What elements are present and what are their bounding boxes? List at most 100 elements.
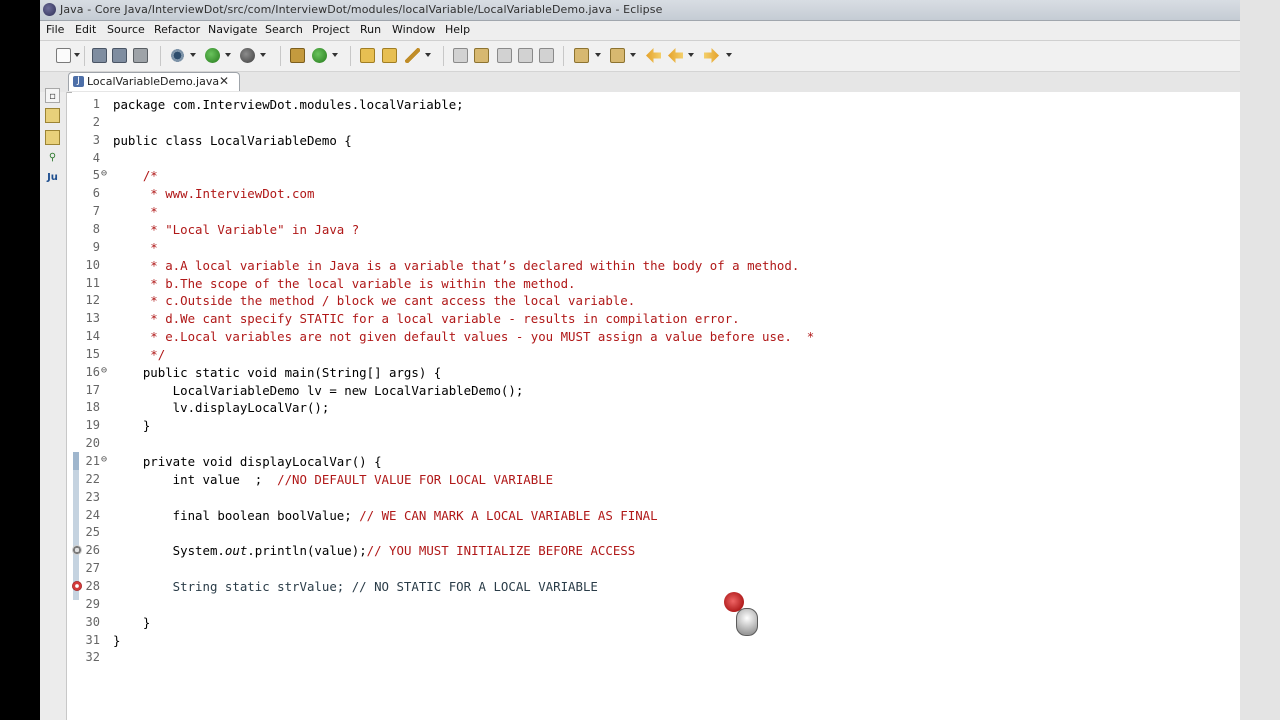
line-number: 32 (85, 650, 100, 665)
external-tools-icon[interactable] (240, 48, 255, 63)
code-line[interactable]: 22 int value ; //NO DEFAULT VALUE FOR LO… (80, 470, 1240, 488)
line-number: 9 (92, 239, 100, 254)
fold-toggle-icon[interactable]: ⊖ (101, 168, 107, 179)
fold-toggle-icon[interactable]: ⊖ (101, 365, 107, 376)
code-line[interactable]: 4 (80, 149, 1240, 167)
menu-refactor[interactable]: Refactor (154, 23, 200, 36)
forward-icon[interactable] (704, 48, 719, 63)
code-line[interactable]: 2 (80, 113, 1240, 131)
new-class-icon[interactable] (312, 48, 327, 63)
next-annotation-icon[interactable] (574, 48, 589, 63)
debug-dropdown-icon[interactable] (190, 53, 196, 57)
line-number: 21 (85, 454, 100, 468)
open-folder-icon[interactable] (382, 48, 397, 63)
code-segment: .println(value); (247, 543, 367, 559)
code-line[interactable]: 27 (80, 559, 1240, 577)
code-line[interactable]: 20 (80, 434, 1240, 452)
code-line[interactable]: 14 * e.Local variables are not given def… (80, 327, 1240, 345)
search-pencil-icon[interactable] (405, 48, 420, 63)
line-number: 20 (85, 436, 100, 451)
menu-file[interactable]: File (46, 23, 64, 36)
line-number: 6 (92, 186, 100, 201)
menu-search[interactable]: Search (265, 23, 303, 36)
print-icon[interactable] (133, 48, 148, 63)
code-line[interactable]: 25 (80, 523, 1240, 541)
code-comment: // YOU MUST INITIALIZE BEFORE ACCESS (366, 543, 636, 559)
editor-tab-localvariabledemo[interactable]: J LocalVariableDemo.java ✕ (68, 72, 240, 91)
code-line[interactable]: 9 * (80, 238, 1240, 256)
code-text: lv.displayLocalVar(); (113, 400, 330, 416)
prev-annotation-dropdown-icon[interactable] (630, 53, 636, 57)
new-file-icon[interactable] (56, 48, 71, 63)
open-type-icon[interactable] (360, 48, 375, 63)
line-number: 3 (92, 132, 100, 147)
junit-icon[interactable]: Ju (45, 170, 60, 185)
debug-gear-icon[interactable] (170, 48, 185, 63)
menu-navigate[interactable]: Navigate (208, 23, 257, 36)
code-line[interactable]: 28 String static strValue; // NO STATIC … (72, 577, 1240, 595)
code-line[interactable]: 1 package com.InterviewDot.modules.localV… (80, 95, 1240, 113)
code-segment: int value ; (113, 471, 278, 487)
show-whitespace-icon[interactable] (518, 48, 533, 63)
save-all-icon[interactable] (112, 48, 127, 63)
code-line[interactable]: 32 (80, 648, 1240, 666)
code-line[interactable]: 29 (80, 595, 1240, 613)
restore-icon[interactable]: ▫ (45, 88, 60, 103)
new-dropdown-icon[interactable] (74, 53, 80, 57)
toggle-mark-icon[interactable] (453, 48, 468, 63)
last-edit-icon[interactable] (668, 48, 683, 63)
code-line[interactable]: 7 * (80, 202, 1240, 220)
menu-edit[interactable]: Edit (75, 23, 96, 36)
fold-toggle-icon[interactable]: ⊖ (101, 454, 107, 465)
external-tools-dropdown-icon[interactable] (260, 53, 266, 57)
save-icon[interactable] (92, 48, 107, 63)
prev-annotation-icon[interactable] (610, 48, 625, 63)
code-line[interactable]: 3 public class LocalVariableDemo { (80, 131, 1240, 149)
code-line[interactable]: 11 * b.The scope of the local variable i… (80, 274, 1240, 292)
code-line[interactable]: 18 lv.displayLocalVar(); (80, 398, 1240, 416)
code-line[interactable]: 13 * d.We cant specify STATIC for a loca… (80, 309, 1240, 327)
code-editor[interactable]: 1 package com.InterviewDot.modules.localV… (72, 92, 1240, 720)
next-annotation-dropdown-icon[interactable] (595, 53, 601, 57)
code-line[interactable]: 19 } (80, 416, 1240, 434)
code-line[interactable]: 21 ⊖ private void displayLocalVar() { (80, 452, 1240, 470)
code-text: System.out.println(value);// YOU MUST IN… (113, 543, 636, 559)
code-line[interactable]: 10 * a.A local variable in Java is a var… (80, 256, 1240, 274)
new-class-dropdown-icon[interactable] (332, 53, 338, 57)
code-line[interactable]: 5 ⊖ /* (80, 166, 1240, 184)
code-line[interactable]: 26 System.out.println(value);// YOU MUST… (72, 541, 1240, 559)
back-dropdown-icon[interactable] (688, 53, 694, 57)
code-line[interactable]: 17 LocalVariableDemo lv = new LocalVaria… (80, 381, 1240, 399)
code-line[interactable]: 30 } (80, 613, 1240, 631)
code-line[interactable]: 15 */ (80, 345, 1240, 363)
code-line[interactable]: 24 final boolean boolValue; // WE CAN MA… (80, 506, 1240, 524)
run-icon[interactable] (205, 48, 220, 63)
menu-project[interactable]: Project (312, 23, 350, 36)
code-line[interactable]: 8 * "Local Variable" in Java ? (80, 220, 1240, 238)
highlight-icon[interactable] (474, 48, 489, 63)
run-dropdown-icon[interactable] (225, 53, 231, 57)
menu-window[interactable]: Window (392, 23, 435, 36)
menu-help[interactable]: Help (445, 23, 470, 36)
side-trim-bar: ▫ ⚲ Ju (40, 88, 67, 720)
package-explorer-icon[interactable] (45, 130, 60, 145)
error-icon[interactable] (72, 580, 82, 591)
hierarchy-icon[interactable] (45, 108, 60, 123)
code-line[interactable]: 31} (80, 631, 1240, 649)
code-line[interactable]: 23 (80, 488, 1240, 506)
close-icon[interactable]: ✕ (219, 74, 229, 88)
code-line[interactable]: 12 * c.Outside the method / block we can… (80, 291, 1240, 309)
toggle-block-icon[interactable] (497, 48, 512, 63)
forward-dropdown-icon[interactable] (726, 53, 732, 57)
code-line[interactable]: 6 * www.InterviewDot.com (80, 184, 1240, 202)
menu-source[interactable]: Source (107, 23, 145, 36)
new-package-icon[interactable] (290, 48, 305, 63)
window-title: Java - Core Java/InterviewDot/src/com/In… (60, 3, 663, 16)
ruler-mark (73, 452, 79, 470)
menu-run[interactable]: Run (360, 23, 381, 36)
back-icon[interactable] (646, 48, 661, 63)
show-source-icon[interactable] (539, 48, 554, 63)
type-hierarchy-icon[interactable]: ⚲ (45, 150, 60, 165)
search-dropdown-icon[interactable] (425, 53, 431, 57)
code-line[interactable]: 16 ⊖ public static void main(String[] arg… (80, 363, 1240, 381)
